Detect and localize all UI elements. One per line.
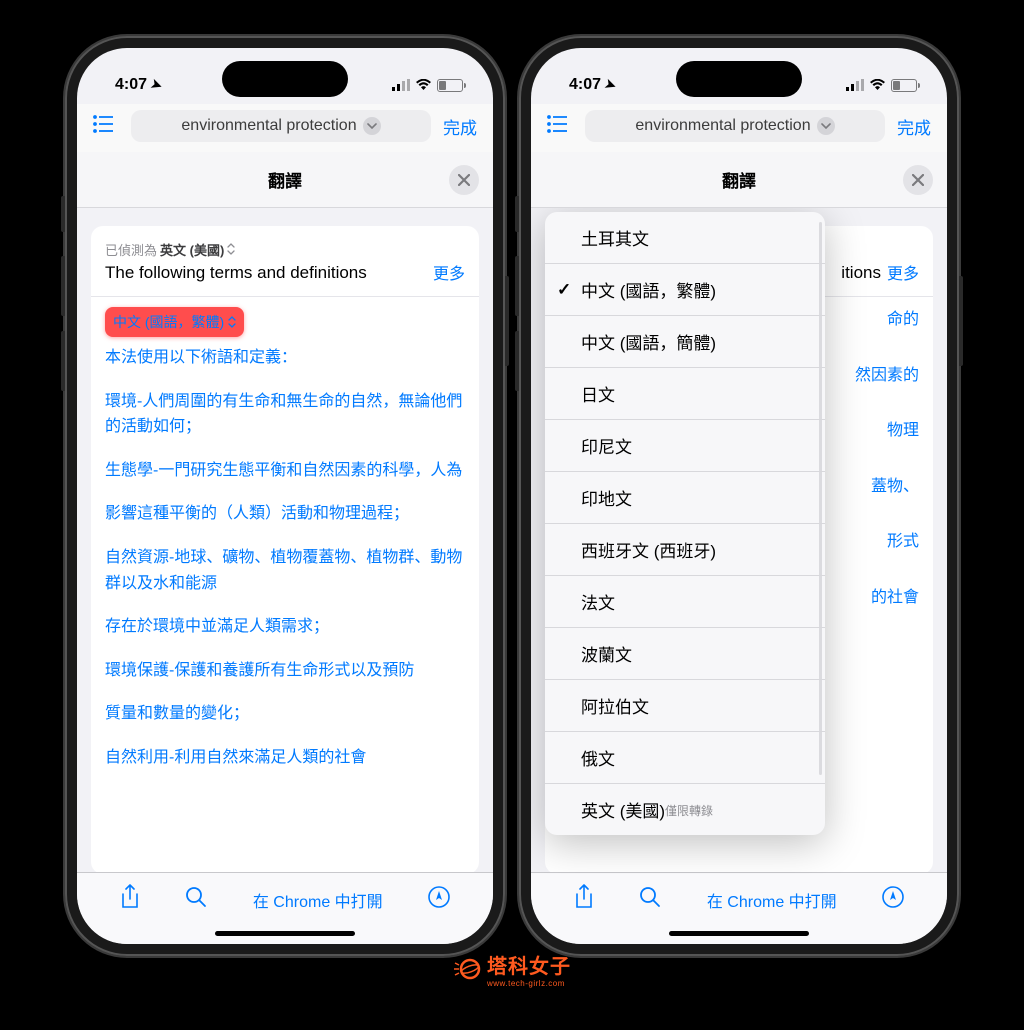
language-menu-item[interactable]: 印地文 (545, 472, 825, 524)
language-menu-item[interactable]: 波蘭文 (545, 628, 825, 680)
target-language-selector[interactable]: 中文 (國語，繁體) (105, 307, 244, 337)
language-menu-item[interactable]: 土耳其文 (545, 212, 825, 264)
language-menu-item[interactable]: 中文 (國語，簡體) (545, 316, 825, 368)
content-area: 已偵測為 英文 (美國) The following terms and def… (77, 208, 493, 874)
url-pill[interactable]: environmental protection (131, 110, 431, 142)
selector-arrows-icon (227, 243, 235, 256)
status-time: 4:07 (115, 76, 147, 94)
location-icon: ➤ (149, 76, 165, 95)
translated-paragraph: 本法使用以下術語和定義： (105, 345, 465, 371)
more-button[interactable]: 更多 (427, 240, 465, 284)
close-button[interactable] (449, 165, 479, 195)
language-menu-item[interactable]: 日文 (545, 368, 825, 420)
url-pill[interactable]: environmental protection (585, 110, 885, 142)
language-menu-item[interactable]: 俄文 (545, 732, 825, 784)
markup-icon[interactable] (428, 886, 450, 913)
home-indicator[interactable] (215, 931, 355, 936)
share-icon[interactable] (574, 884, 594, 915)
sheet-title: 翻譯 (268, 167, 302, 192)
toc-icon[interactable] (93, 113, 119, 139)
watermark-name: 塔科女子 (487, 950, 571, 979)
url-bar: environmental protection 完成 (77, 104, 493, 152)
markup-icon[interactable] (882, 886, 904, 913)
chevron-down-icon (363, 117, 381, 135)
phone-left: 4:07 ➤ environmenta (65, 36, 505, 956)
translated-paragraph: 環境-人們周圍的有生命和無生命的自然，無論他們的活動如何； (105, 389, 465, 440)
url-bar: environmental protection 完成 (531, 104, 947, 152)
translated-paragraph: 環境保護-保護和養護所有生命形式以及預防 (105, 658, 465, 684)
target-section: 中文 (國語，繁體) 本法使用以下術語和定義： 環境-人們周圍的有生命和無生命的自… (91, 297, 479, 799)
done-button[interactable]: 完成 (443, 114, 477, 139)
location-icon: ➤ (603, 76, 619, 95)
content-area: 已偵測為 英文 (美國) itions 更多 命的然因素的物理蓋物、形式的社會 … (531, 208, 947, 874)
sheet-header: 翻譯 (531, 152, 947, 208)
translation-card: 已偵測為 英文 (美國) The following terms and def… (91, 226, 479, 874)
source-section: 已偵測為 英文 (美國) The following terms and def… (91, 226, 479, 297)
language-menu-item[interactable]: 阿拉伯文 (545, 680, 825, 732)
translated-paragraph: 影響這種平衡的（人類）活動和物理過程； (105, 501, 465, 527)
chevron-down-icon (817, 117, 835, 135)
wifi-icon (869, 79, 886, 91)
signal-icon (846, 79, 864, 91)
dynamic-island (222, 61, 348, 97)
translated-paragraph: 自然資源-地球、礦物、植物覆蓋物、植物群、動物群以及水和能源 (105, 545, 465, 596)
language-menu-item[interactable]: 法文 (545, 576, 825, 628)
screen: 4:07 ➤ environmenta (77, 48, 493, 944)
screen: 4:07 ➤ environmenta (531, 48, 947, 944)
url-title: environmental protection (181, 117, 356, 135)
language-menu-item[interactable]: 西班牙文 (西班牙) (545, 524, 825, 576)
detected-language-selector[interactable]: 已偵測為 英文 (美國) (105, 240, 427, 259)
home-indicator[interactable] (669, 931, 809, 936)
source-text: The following terms and definitions (105, 263, 427, 283)
battery-icon (437, 79, 463, 92)
open-in-chrome-button[interactable]: 在 Chrome 中打開 (707, 888, 837, 912)
power-button (959, 276, 963, 366)
watermark: 塔科女子 www.tech-girlz.com (453, 950, 571, 988)
phone-right: 4:07 ➤ environmenta (519, 36, 959, 956)
dynamic-island (676, 61, 802, 97)
translated-text: 本法使用以下術語和定義： 環境-人們周圍的有生命和無生命的自然，無論他們的活動如何… (105, 345, 465, 771)
translated-paragraph: 存在於環境中並滿足人類需求； (105, 614, 465, 640)
translated-paragraph: 自然利用-利用自然來滿足人類的社會 (105, 745, 465, 771)
url-title: environmental protection (635, 117, 810, 135)
share-icon[interactable] (120, 884, 140, 915)
status-time: 4:07 (569, 76, 601, 94)
toc-icon[interactable] (547, 113, 573, 139)
translated-paragraph: 質量和數量的變化； (105, 701, 465, 727)
search-icon[interactable] (639, 886, 661, 913)
language-menu-item[interactable]: 英文 (美國)僅限轉錄 (545, 784, 825, 835)
sheet-title: 翻譯 (722, 167, 756, 192)
signal-icon (392, 79, 410, 91)
search-icon[interactable] (185, 886, 207, 913)
language-menu-item[interactable]: 中文 (國語，繁體) (545, 264, 825, 316)
watermark-icon (453, 955, 481, 983)
sheet-header: 翻譯 (77, 152, 493, 208)
open-in-chrome-button[interactable]: 在 Chrome 中打開 (253, 888, 383, 912)
selector-arrows-icon (228, 316, 236, 328)
wifi-icon (415, 79, 432, 91)
language-menu-item[interactable]: 印尼文 (545, 420, 825, 472)
language-menu[interactable]: 土耳其文中文 (國語，繁體)中文 (國語，簡體)日文印尼文印地文西班牙文 (西班… (545, 212, 825, 835)
battery-icon (891, 79, 917, 92)
more-button[interactable]: 更多 (881, 240, 919, 284)
watermark-url: www.tech-girlz.com (487, 979, 571, 988)
translated-paragraph: 生態學-一門研究生態平衡和自然因素的科學，人為 (105, 458, 465, 484)
close-button[interactable] (903, 165, 933, 195)
power-button (505, 276, 509, 366)
done-button[interactable]: 完成 (897, 114, 931, 139)
